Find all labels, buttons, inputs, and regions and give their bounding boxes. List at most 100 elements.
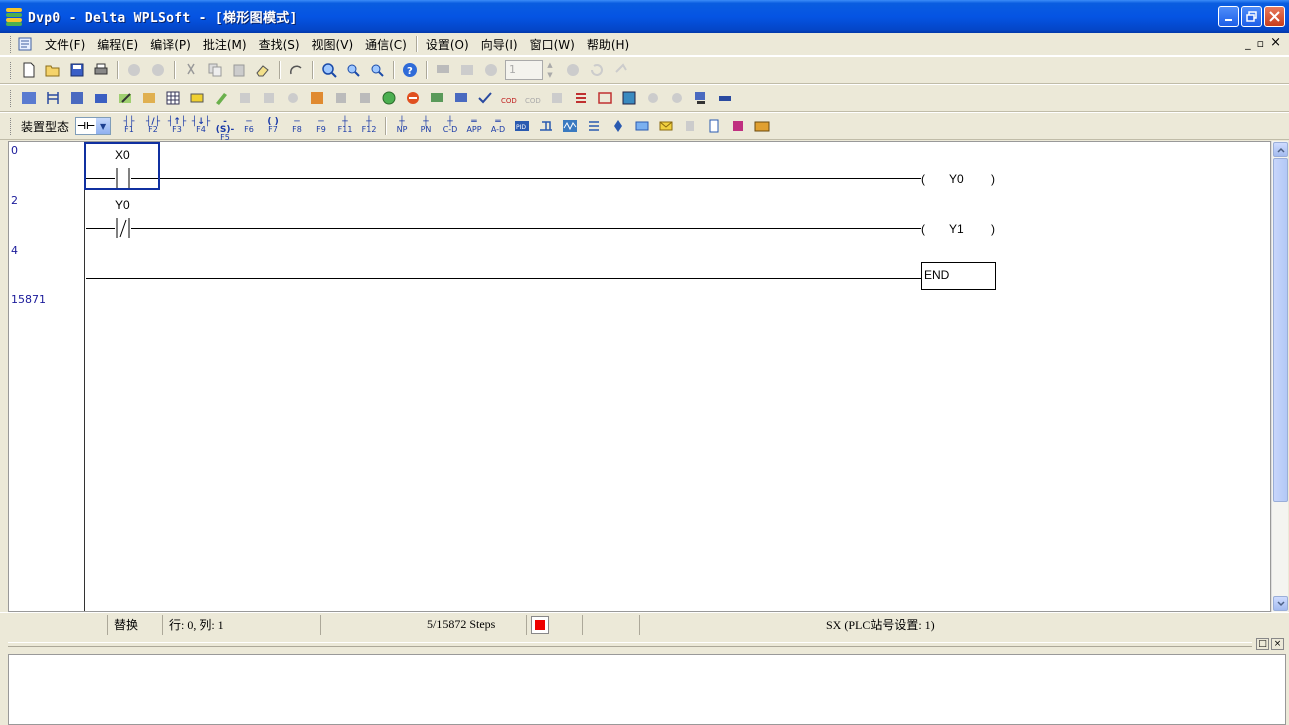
- menu-search[interactable]: 查找(S): [253, 36, 306, 53]
- f2-contact-nc-button[interactable]: ┤/├ F2: [143, 116, 163, 136]
- f3-rising-button[interactable]: ┤↑├ F3: [167, 116, 187, 136]
- paste-button[interactable]: [229, 60, 249, 80]
- pc-button[interactable]: [691, 88, 711, 108]
- redo-button[interactable]: [148, 60, 168, 80]
- menu-help[interactable]: 帮助(H): [581, 36, 635, 53]
- sfc-button[interactable]: [91, 88, 111, 108]
- mail-button[interactable]: [656, 116, 676, 136]
- rung-button[interactable]: [307, 88, 327, 108]
- coil-y0[interactable]: Y0: [949, 172, 964, 186]
- end-instruction[interactable]: END: [921, 262, 996, 290]
- ladder-editor[interactable]: 0 2 4 15871 X0 ( Y0 ) Y0 ( Y1 ) END: [8, 141, 1271, 612]
- back-button[interactable]: [611, 60, 631, 80]
- table-button[interactable]: [163, 88, 183, 108]
- app-button[interactable]: ═ APP: [464, 116, 484, 136]
- zoom-button[interactable]: [319, 60, 339, 80]
- f7-coil-button[interactable]: ( ) F7: [263, 116, 283, 136]
- edit-cursor[interactable]: [84, 142, 160, 190]
- check-button[interactable]: [475, 88, 495, 108]
- edit-button[interactable]: [211, 88, 231, 108]
- ad-button[interactable]: ═ A-D: [488, 116, 508, 136]
- np-button[interactable]: ┼ NP: [392, 116, 412, 136]
- block-button[interactable]: [632, 116, 652, 136]
- step-count-input[interactable]: 1: [505, 60, 543, 80]
- move-button[interactable]: [608, 116, 628, 136]
- search-disabled-button[interactable]: [643, 88, 663, 108]
- device-list-button[interactable]: [704, 116, 724, 136]
- pid-button[interactable]: PID: [512, 116, 532, 136]
- f9-line-button[interactable]: ─ F9: [311, 116, 331, 136]
- new-file-button[interactable]: [19, 60, 39, 80]
- edit-comment-button[interactable]: [115, 88, 135, 108]
- menu-window[interactable]: 窗口(W): [524, 36, 581, 53]
- f5-set-button[interactable]: -(S)- F5: [215, 116, 235, 142]
- network-button[interactable]: [715, 88, 735, 108]
- mdi-minimize-button[interactable]: _: [1245, 37, 1251, 50]
- eraser-button[interactable]: [253, 60, 273, 80]
- cd-button[interactable]: ┼ C-D: [440, 116, 460, 136]
- arc-button[interactable]: [286, 60, 306, 80]
- menubar-grip[interactable]: [10, 35, 13, 53]
- output-restore-button[interactable]: □: [1256, 638, 1269, 650]
- globe-button[interactable]: [379, 88, 399, 108]
- input-disabled-button[interactable]: [547, 88, 567, 108]
- network-diagram-button[interactable]: [536, 116, 556, 136]
- save-button[interactable]: [67, 60, 87, 80]
- restore-button[interactable]: [1241, 6, 1262, 27]
- disabled-5-button[interactable]: [355, 88, 375, 108]
- open-file-button[interactable]: [43, 60, 63, 80]
- menu-compile[interactable]: 编译(P): [144, 36, 197, 53]
- title-bar[interactable]: Dvp0 - Delta WPLSoft - [梯形图模式]: [0, 0, 1289, 33]
- mdi-close-button[interactable]: ×: [1270, 36, 1281, 50]
- list-button[interactable]: [571, 88, 591, 108]
- scroll-up-button[interactable]: [1273, 142, 1288, 157]
- waveform-button[interactable]: [560, 116, 580, 136]
- device-type-select[interactable]: ⊣⊢ ▼: [75, 117, 112, 135]
- menu-view[interactable]: 视图(V): [306, 36, 360, 53]
- ladder-button[interactable]: [43, 88, 63, 108]
- f12-vline-button[interactable]: ┼ F12: [359, 116, 379, 136]
- scroll-down-button[interactable]: [1273, 596, 1288, 611]
- download-button[interactable]: [451, 88, 471, 108]
- coil-y1[interactable]: Y1: [949, 222, 964, 236]
- minimize-button[interactable]: [1218, 6, 1239, 27]
- device-button[interactable]: [139, 88, 159, 108]
- normally-closed-contact-y0[interactable]: [115, 218, 131, 238]
- menu-settings[interactable]: 设置(O): [420, 36, 475, 53]
- close-button[interactable]: [1264, 6, 1285, 27]
- register-button[interactable]: [728, 116, 748, 136]
- disabled-tool-button[interactable]: [680, 116, 700, 136]
- output-pane-grip[interactable]: [8, 642, 1252, 647]
- menu-edit[interactable]: 编程(E): [91, 36, 144, 53]
- copy-button[interactable]: [205, 60, 225, 80]
- f11-vline-button[interactable]: ┼ F11: [335, 116, 355, 136]
- f1-contact-no-button[interactable]: ┤├ F1: [119, 116, 139, 136]
- code-button[interactable]: CODE: [499, 88, 519, 108]
- document-menu-icon[interactable]: [17, 36, 35, 52]
- zoom-out-button[interactable]: [367, 60, 387, 80]
- step-spinner[interactable]: ▲ ▼: [545, 60, 555, 80]
- f6-hline-button[interactable]: ─ F6: [239, 116, 259, 136]
- output-close-button[interactable]: ×: [1271, 638, 1284, 650]
- zoom-in-button[interactable]: [343, 60, 363, 80]
- undo-button[interactable]: [124, 60, 144, 80]
- menu-file[interactable]: 文件(F): [39, 36, 91, 53]
- step-run-button[interactable]: [481, 60, 501, 80]
- menu-wizard[interactable]: 向导(I): [475, 36, 524, 53]
- ld-out-button[interactable]: [19, 88, 39, 108]
- monitor-stop-button[interactable]: [457, 60, 477, 80]
- module-button[interactable]: [752, 116, 772, 136]
- monitor-button[interactable]: [433, 60, 453, 80]
- window-button[interactable]: [595, 88, 615, 108]
- f8-line-button[interactable]: ─ F8: [287, 116, 307, 136]
- menu-comment[interactable]: 批注(M): [197, 36, 253, 53]
- minus-button[interactable]: [403, 88, 423, 108]
- disabled-2-button[interactable]: [259, 88, 279, 108]
- replace-disabled-button[interactable]: [667, 88, 687, 108]
- refresh-button[interactable]: [587, 60, 607, 80]
- mdi-restore-button[interactable]: ▫: [1257, 37, 1264, 50]
- disabled-3-button[interactable]: [283, 88, 303, 108]
- pn-button[interactable]: ┼ PN: [416, 116, 436, 136]
- toolbar-grip[interactable]: [10, 89, 13, 107]
- editor-vertical-scrollbar[interactable]: [1271, 141, 1288, 612]
